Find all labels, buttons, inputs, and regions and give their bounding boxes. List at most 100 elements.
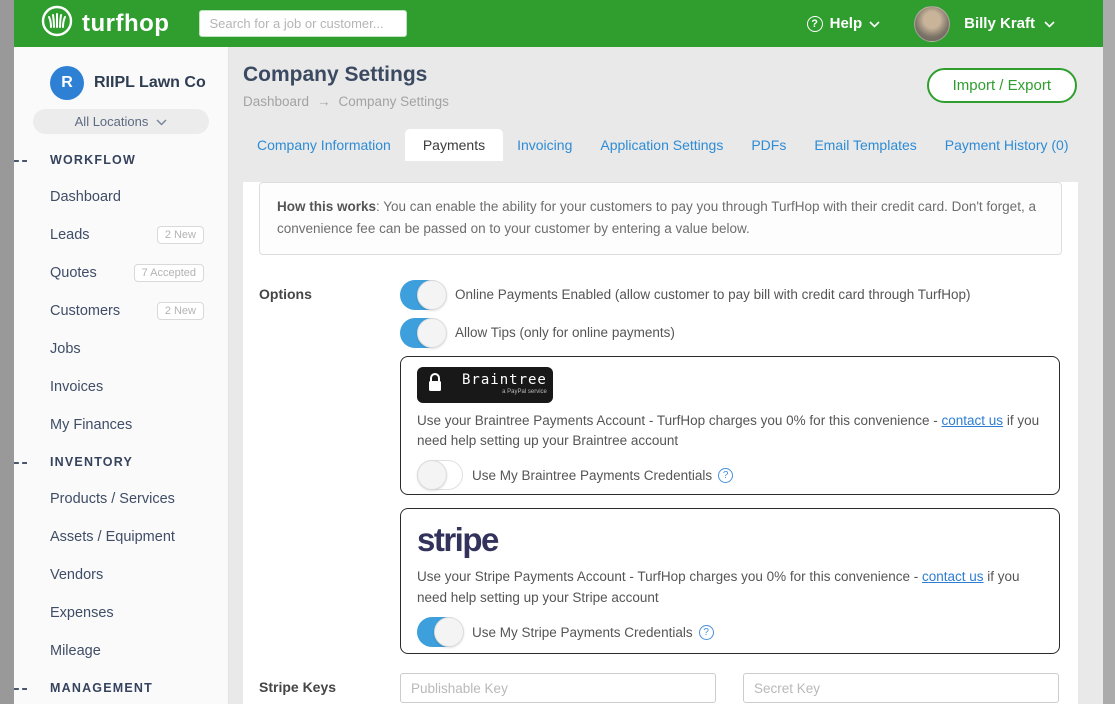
braintree-credentials-line: Use My Braintree Payments Credentials ? xyxy=(417,460,1043,490)
tab-email-templates[interactable]: Email Templates xyxy=(800,129,930,161)
braintree-logo: Braintree a PayPal service xyxy=(417,367,553,403)
left-window-edge xyxy=(0,0,14,704)
breadcrumb-dashboard[interactable]: Dashboard xyxy=(243,94,309,109)
sidebar-item-expenses[interactable]: Expenses xyxy=(14,594,228,632)
braintree-help-icon[interactable]: ? xyxy=(718,468,733,483)
user-avatar[interactable] xyxy=(914,6,950,42)
stripe-description: Use your Stripe Payments Account - TurfH… xyxy=(417,567,1043,609)
global-search-input[interactable] xyxy=(199,10,407,37)
braintree-description: Use your Braintree Payments Account - Tu… xyxy=(417,411,1043,453)
tab-application-settings[interactable]: Application Settings xyxy=(586,129,737,161)
sidebar-item-leads[interactable]: Leads 2 New xyxy=(14,216,228,254)
quotes-badge: 7 Accepted xyxy=(134,264,204,282)
lock-icon xyxy=(428,373,442,397)
tab-pdfs[interactable]: PDFs xyxy=(737,129,800,161)
top-navbar: turfhop ? Help Billy Kraft xyxy=(14,0,1103,47)
braintree-wordmark: Braintree xyxy=(462,373,547,388)
right-window-edge xyxy=(1103,0,1115,704)
section-dash-icon xyxy=(14,688,27,690)
toggle-knob xyxy=(434,617,464,647)
stripe-wordmark: stripe xyxy=(417,521,1043,559)
allow-tips-toggle-label: Allow Tips (only for online payments) xyxy=(455,325,675,340)
chevron-down-icon xyxy=(156,114,167,129)
stripe-keys-row: Stripe Keys xyxy=(243,673,1078,704)
all-locations-label: All Locations xyxy=(75,114,149,129)
app-window: turfhop ? Help Billy Kraft xyxy=(14,0,1103,704)
stripe-credentials-line: Use My Stripe Payments Credentials ? xyxy=(417,617,1043,647)
tab-company-information[interactable]: Company Information xyxy=(243,129,405,161)
allow-tips-toggle[interactable] xyxy=(400,318,446,348)
braintree-credentials-toggle[interactable] xyxy=(417,460,463,490)
user-menu[interactable]: Billy Kraft xyxy=(964,15,1055,33)
turfhop-grass-icon xyxy=(40,4,74,43)
how-this-works-note: How this works: You can enable the abili… xyxy=(259,182,1062,255)
sidebar-item-customers[interactable]: Customers 2 New xyxy=(14,292,228,330)
stripe-contact-us-link[interactable]: contact us xyxy=(922,569,984,584)
tab-invoicing[interactable]: Invoicing xyxy=(503,129,586,161)
company-header[interactable]: R RIIPL Lawn Co xyxy=(14,66,228,100)
sidebar-item-vendors[interactable]: Vendors xyxy=(14,556,228,594)
toggle-knob xyxy=(417,280,447,310)
stripe-box: stripe Use your Stripe Payments Account … xyxy=(400,508,1060,654)
topbar-right: ? Help Billy Kraft xyxy=(807,6,1055,42)
sidebar-nav: WORKFLOW Dashboard Leads 2 New Quotes 7 … xyxy=(14,142,228,704)
settings-tabs: Company Information Payments Invoicing A… xyxy=(243,129,1103,161)
customers-badge: 2 New xyxy=(157,302,204,320)
braintree-box: Braintree a PayPal service Use your Brai… xyxy=(400,356,1060,496)
stripe-credentials-label: Use My Stripe Payments Credentials xyxy=(472,625,693,640)
sidebar-item-assets-equipment[interactable]: Assets / Equipment xyxy=(14,518,228,556)
company-initial-badge: R xyxy=(50,66,84,100)
online-payments-toggle-line: Online Payments Enabled (allow customer … xyxy=(400,280,1060,310)
toggle-knob xyxy=(417,460,447,490)
section-dash-icon xyxy=(14,160,27,162)
sidebar-item-quotes[interactable]: Quotes 7 Accepted xyxy=(14,254,228,292)
sidebar-item-invoices[interactable]: Invoices xyxy=(14,368,228,406)
publishable-key-input[interactable] xyxy=(400,673,716,703)
section-dash-icon xyxy=(14,462,27,464)
breadcrumb-arrow-icon: → xyxy=(317,94,331,109)
sidebar-item-my-finances[interactable]: My Finances xyxy=(14,406,228,444)
payments-panel: How this works: You can enable the abili… xyxy=(243,182,1078,704)
tab-payments[interactable]: Payments xyxy=(405,129,503,161)
screen: turfhop ? Help Billy Kraft xyxy=(0,0,1115,704)
braintree-paypal-subtext: a PayPal service xyxy=(502,389,547,396)
sidebar: R RIIPL Lawn Co All Locations WORKFLOW xyxy=(14,47,229,704)
options-label: Options xyxy=(243,280,400,655)
page-header: Company Settings Dashboard → Company Set… xyxy=(229,47,1103,109)
help-menu[interactable]: ? Help xyxy=(807,15,881,33)
brand-name: turfhop xyxy=(82,10,169,38)
sidebar-item-dashboard[interactable]: Dashboard xyxy=(14,178,228,216)
toggle-knob xyxy=(417,318,447,348)
help-label: Help xyxy=(830,15,863,32)
braintree-contact-us-link[interactable]: contact us xyxy=(942,413,1004,428)
note-title: How this works xyxy=(277,199,376,214)
section-management: MANAGEMENT xyxy=(14,670,228,704)
help-question-icon: ? xyxy=(807,16,823,32)
online-payments-toggle-label: Online Payments Enabled (allow customer … xyxy=(455,287,971,302)
braintree-credentials-label: Use My Braintree Payments Credentials xyxy=(472,468,712,483)
online-payments-toggle[interactable] xyxy=(400,280,446,310)
stripe-credentials-toggle[interactable] xyxy=(417,617,463,647)
note-body: : You can enable the ability for your cu… xyxy=(277,199,1036,236)
import-export-button[interactable]: Import / Export xyxy=(927,68,1077,103)
tab-payment-history[interactable]: Payment History (0) xyxy=(931,129,1083,161)
breadcrumb-current: Company Settings xyxy=(339,94,449,109)
sidebar-item-products-services[interactable]: Products / Services xyxy=(14,480,228,518)
chevron-down-icon xyxy=(1044,15,1055,33)
stripe-keys-label: Stripe Keys xyxy=(243,673,400,704)
options-row: Options Online Payments Enabled (allow c… xyxy=(243,280,1078,655)
sidebar-item-mileage[interactable]: Mileage xyxy=(14,632,228,670)
section-workflow: WORKFLOW xyxy=(14,142,228,178)
leads-badge: 2 New xyxy=(157,226,204,244)
user-name: Billy Kraft xyxy=(964,15,1035,32)
company-name: RIIPL Lawn Co xyxy=(94,74,206,92)
secret-key-input[interactable] xyxy=(743,673,1059,703)
section-inventory: INVENTORY xyxy=(14,444,228,480)
main-content: Company Settings Dashboard → Company Set… xyxy=(229,47,1103,704)
allow-tips-toggle-line: Allow Tips (only for online payments) xyxy=(400,318,1060,348)
sidebar-item-jobs[interactable]: Jobs xyxy=(14,330,228,368)
stripe-help-icon[interactable]: ? xyxy=(699,625,714,640)
brand-logo[interactable]: turfhop xyxy=(40,4,169,43)
all-locations-dropdown[interactable]: All Locations xyxy=(33,109,209,134)
chevron-down-icon xyxy=(869,15,880,33)
